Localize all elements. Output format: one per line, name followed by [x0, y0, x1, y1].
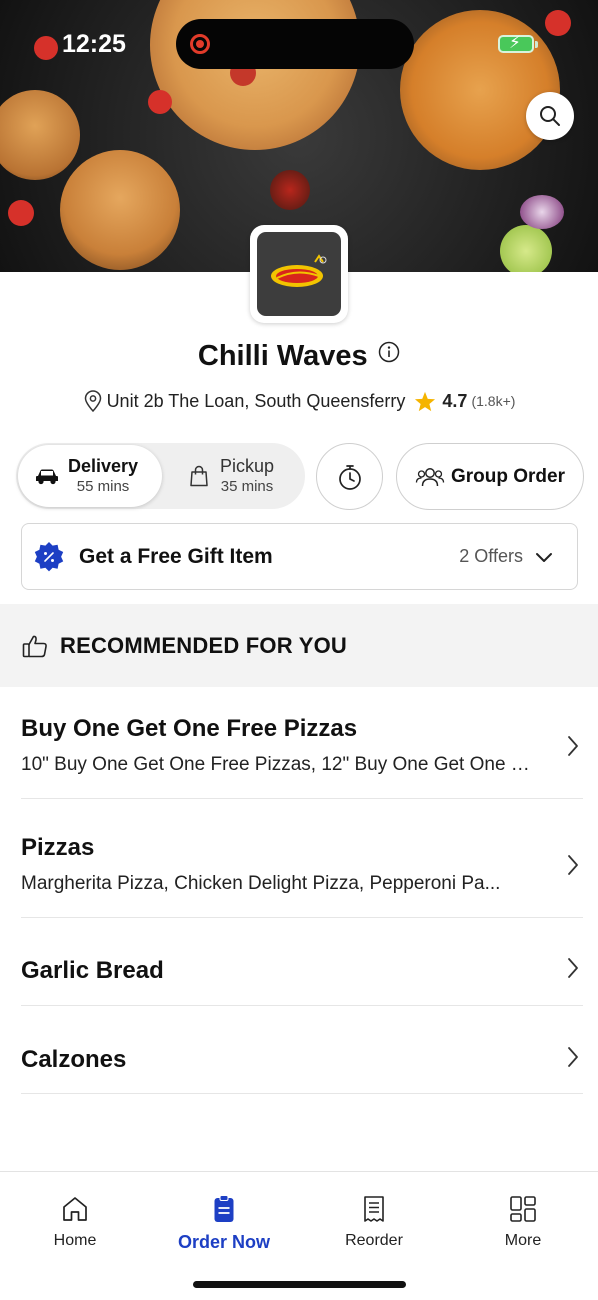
menu-category-name: Garlic Bread	[21, 957, 164, 984]
chevron-right-icon	[567, 854, 579, 876]
nav-reorder[interactable]: Reorder	[314, 1194, 434, 1250]
receipt-icon	[364, 1196, 384, 1222]
recommended-title: RECOMMENDED FOR YOU	[60, 632, 347, 658]
delivery-time: 55 mins	[76, 478, 130, 495]
pickup-time: 35 mins	[220, 478, 274, 495]
home-icon	[63, 1197, 87, 1221]
charging-bolt-icon: ⚡	[509, 33, 521, 52]
status-bar-time: 12:25	[62, 30, 126, 58]
chevron-right-icon	[567, 735, 579, 757]
menu-category-description: Margherita Pizza, Chicken Delight Pizza,…	[21, 873, 501, 894]
chevron-down-icon	[535, 551, 553, 563]
order-icon	[214, 1195, 234, 1222]
menu-category-name: Calzones	[21, 1046, 127, 1073]
delivery-option[interactable]: Delivery 55 mins	[18, 445, 162, 507]
restaurant-name: Chilli Waves	[197, 340, 368, 372]
nav-reorder-label: Reorder	[345, 1232, 403, 1249]
group-order-label: Group Order	[450, 465, 565, 487]
nav-order-now[interactable]: Order Now	[164, 1194, 284, 1253]
nav-home[interactable]: Home	[15, 1194, 135, 1250]
nav-more-label: More	[504, 1232, 542, 1249]
info-icon	[378, 341, 400, 363]
recording-indicator-icon	[190, 34, 210, 54]
restaurant-address: Unit 2b The Loan, South Queensferry	[106, 390, 406, 411]
lime	[500, 225, 552, 272]
nav-more[interactable]: More	[463, 1194, 583, 1250]
sauce-bowl	[270, 170, 310, 210]
car-icon	[34, 467, 60, 485]
curry-bowl	[400, 10, 560, 170]
chilli-logo-icon	[271, 254, 327, 287]
burger	[0, 90, 80, 180]
delivery-label: Delivery	[68, 456, 139, 476]
schedule-button[interactable]	[316, 443, 383, 510]
shopping-bag-icon	[186, 465, 212, 487]
nav-order-now-label: Order Now	[177, 1232, 270, 1252]
tomato	[34, 36, 58, 60]
group-order-button[interactable]: Group Order	[396, 443, 584, 510]
chevron-right-icon	[567, 1046, 579, 1068]
rating-value: 4.7	[442, 390, 468, 411]
location-pin-icon	[83, 390, 103, 412]
offers-banner[interactable]: Get a Free Gift Item 2 Offers	[21, 523, 578, 590]
menu-category-description: 10" Buy One Get One Free Pizzas, 12" Buy…	[21, 754, 541, 775]
restaurant-header: Chilli Waves	[0, 340, 598, 373]
group-users-icon	[415, 467, 445, 486]
star-icon	[414, 391, 436, 412]
menu-category-row[interactable]: Buy One Get One Free Pizzas 10" Buy One …	[21, 687, 583, 799]
pickup-option[interactable]: Pickup 35 mins	[186, 445, 304, 507]
search-icon	[540, 106, 560, 126]
order-type-toggle: Delivery 55 mins Pickup 35 mins	[16, 443, 305, 509]
home-indicator	[193, 1281, 406, 1288]
discount-badge-icon	[33, 541, 65, 573]
recommended-section-header: RECOMMENDED FOR YOU	[0, 604, 598, 687]
tomato	[148, 90, 172, 114]
menu-category-row[interactable]: Calzones	[21, 1006, 583, 1094]
offers-count: 2 Offers	[459, 546, 523, 566]
restaurant-meta: Unit 2b The Loan, South Queensferry 4.7 …	[0, 390, 598, 412]
menu-category-row[interactable]: Pizzas Margherita Pizza, Chicken Delight…	[21, 799, 583, 918]
dynamic-island	[176, 19, 414, 69]
nav-home-label: Home	[53, 1232, 97, 1249]
stopwatch-icon	[338, 464, 361, 490]
menu-category-row[interactable]: Garlic Bread	[21, 918, 583, 1006]
restaurant-logo-image	[257, 232, 341, 316]
grid-icon	[510, 1196, 536, 1222]
rating-count: (1.8k+)	[471, 393, 516, 409]
battery-icon: ⚡	[498, 33, 538, 53]
menu-category-name: Buy One Get One Free Pizzas	[21, 715, 358, 742]
pickup-label: Pickup	[220, 456, 275, 476]
restaurant-logo	[250, 225, 348, 323]
menu-category-name: Pizzas	[21, 834, 95, 861]
thumbs-up-icon	[22, 634, 48, 658]
onion	[520, 195, 564, 229]
chevron-right-icon	[567, 957, 579, 979]
tomato	[545, 10, 571, 36]
tomato	[8, 200, 34, 226]
search-button[interactable]	[526, 92, 574, 140]
burger	[60, 150, 180, 270]
info-button[interactable]	[378, 341, 400, 368]
offers-title: Get a Free Gift Item	[79, 544, 273, 568]
